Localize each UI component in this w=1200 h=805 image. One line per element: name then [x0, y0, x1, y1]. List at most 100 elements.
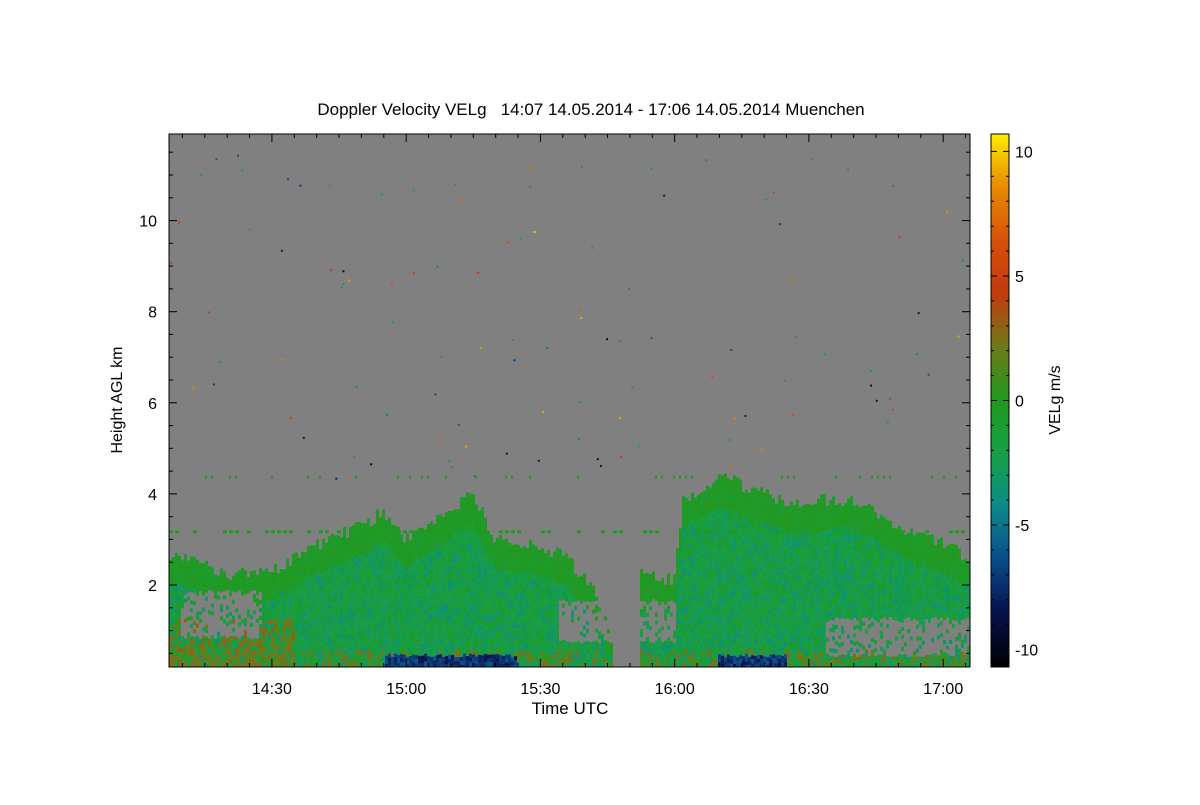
heatmap-cell [460, 625, 463, 629]
heatmap-cell [415, 603, 418, 608]
heatmap-cell [196, 639, 199, 644]
doppler-velocity-plot: Doppler Velocity VELg 14:07 14.05.2014 -… [0, 0, 1200, 800]
heatmap-cell [391, 544, 394, 549]
heatmap-cell [304, 648, 307, 653]
heatmap-cell [319, 557, 322, 562]
heatmap-cell [472, 586, 475, 591]
heatmap-cell [661, 662, 664, 667]
heatmap-cell [475, 568, 478, 573]
heatmap-cell [457, 537, 460, 542]
heatmap-cell [229, 635, 232, 640]
heatmap-cell [217, 643, 220, 648]
heatmap-cell [334, 543, 337, 548]
heatmap-cell [694, 633, 697, 638]
heatmap-cell [544, 620, 547, 625]
heatmap-cell [685, 557, 688, 562]
heatmap-cell [691, 548, 694, 553]
heatmap-cell [427, 596, 430, 601]
heatmap-cell [655, 656, 658, 661]
heatmap-cell [370, 586, 373, 591]
heatmap-cell [514, 628, 517, 633]
heatmap-cell [289, 589, 292, 594]
heatmap-cell [316, 635, 319, 640]
heatmap-cell [280, 653, 283, 657]
heatmap-cell [451, 542, 454, 547]
heatmap-cell [379, 521, 382, 525]
heatmap-cell [298, 605, 301, 610]
heatmap-cell [259, 600, 262, 605]
heatmap-cell [358, 594, 361, 598]
heatmap-cell [460, 617, 463, 621]
heatmap-cell [445, 656, 448, 661]
heatmap-cell [376, 529, 379, 534]
heatmap-cell [310, 605, 313, 610]
heatmap-cell [328, 592, 331, 597]
heatmap-cell [331, 581, 334, 586]
heatmap-cell [208, 654, 211, 659]
heatmap-cell [451, 562, 454, 567]
heatmap-cell [265, 660, 268, 665]
heatmap-cell [550, 621, 553, 626]
heatmap-cell [553, 615, 556, 620]
heatmap-cell [586, 657, 589, 662]
heatmap-cell [490, 598, 493, 603]
heatmap-cell [457, 633, 460, 638]
heatmap-cell [298, 573, 301, 578]
heatmap-cell [400, 562, 403, 566]
heatmap-cell [469, 525, 472, 530]
heatmap-cell [415, 559, 418, 564]
heatmap-cell [448, 551, 451, 555]
heatmap-cell [424, 629, 427, 634]
heatmap-cell [325, 634, 328, 639]
heatmap-cell [544, 660, 547, 665]
heatmap-cell [697, 627, 700, 631]
heatmap-cell [247, 641, 250, 646]
heatmap-cell [430, 525, 433, 529]
heatmap-cell [703, 626, 706, 631]
heatmap-cell [697, 611, 700, 615]
heatmap-cell [589, 642, 592, 647]
heatmap-cell [718, 494, 721, 499]
heatmap-cell [178, 644, 181, 648]
heatmap-cell [604, 644, 607, 649]
heatmap-cell [376, 613, 379, 618]
heatmap-cell [385, 563, 388, 568]
heatmap-cell [346, 573, 349, 578]
heatmap-cell [376, 665, 379, 667]
heatmap-cell [466, 656, 469, 661]
heatmap-cell [184, 618, 187, 623]
heatmap-cell [496, 562, 499, 567]
heatmap-cell [190, 564, 193, 569]
heatmap-cell [559, 580, 562, 585]
heatmap-cell [307, 557, 310, 562]
heatmap-cell [298, 593, 301, 598]
heatmap-cell [676, 656, 679, 661]
heatmap-cell [286, 610, 289, 615]
heatmap-cell [388, 577, 391, 582]
heatmap-cell [256, 618, 259, 623]
heatmap-cell [424, 569, 427, 574]
heatmap-cell [343, 659, 346, 663]
heatmap-cell [550, 629, 553, 634]
heatmap-cell [481, 619, 484, 624]
heatmap-cell [700, 640, 703, 645]
heatmap-cell [439, 562, 442, 567]
heatmap-cell [223, 583, 226, 588]
heatmap-cell [361, 555, 364, 559]
heatmap-cell [718, 570, 721, 575]
heatmap-cell [454, 613, 457, 618]
heatmap-cell [238, 586, 241, 591]
heatmap-cell [448, 575, 451, 579]
heatmap-cell [571, 650, 574, 655]
heatmap-cell [700, 660, 703, 665]
heatmap-cell [547, 554, 550, 558]
heatmap-cell [469, 513, 472, 518]
heatmap-cell [337, 611, 340, 616]
heatmap-cell [529, 627, 532, 632]
heatmap-cell [418, 635, 421, 640]
heatmap-cell [652, 651, 655, 656]
heatmap-cell [442, 644, 445, 649]
heatmap-cell [325, 650, 328, 655]
heatmap-cell [178, 660, 181, 664]
heatmap-cell [361, 539, 364, 543]
